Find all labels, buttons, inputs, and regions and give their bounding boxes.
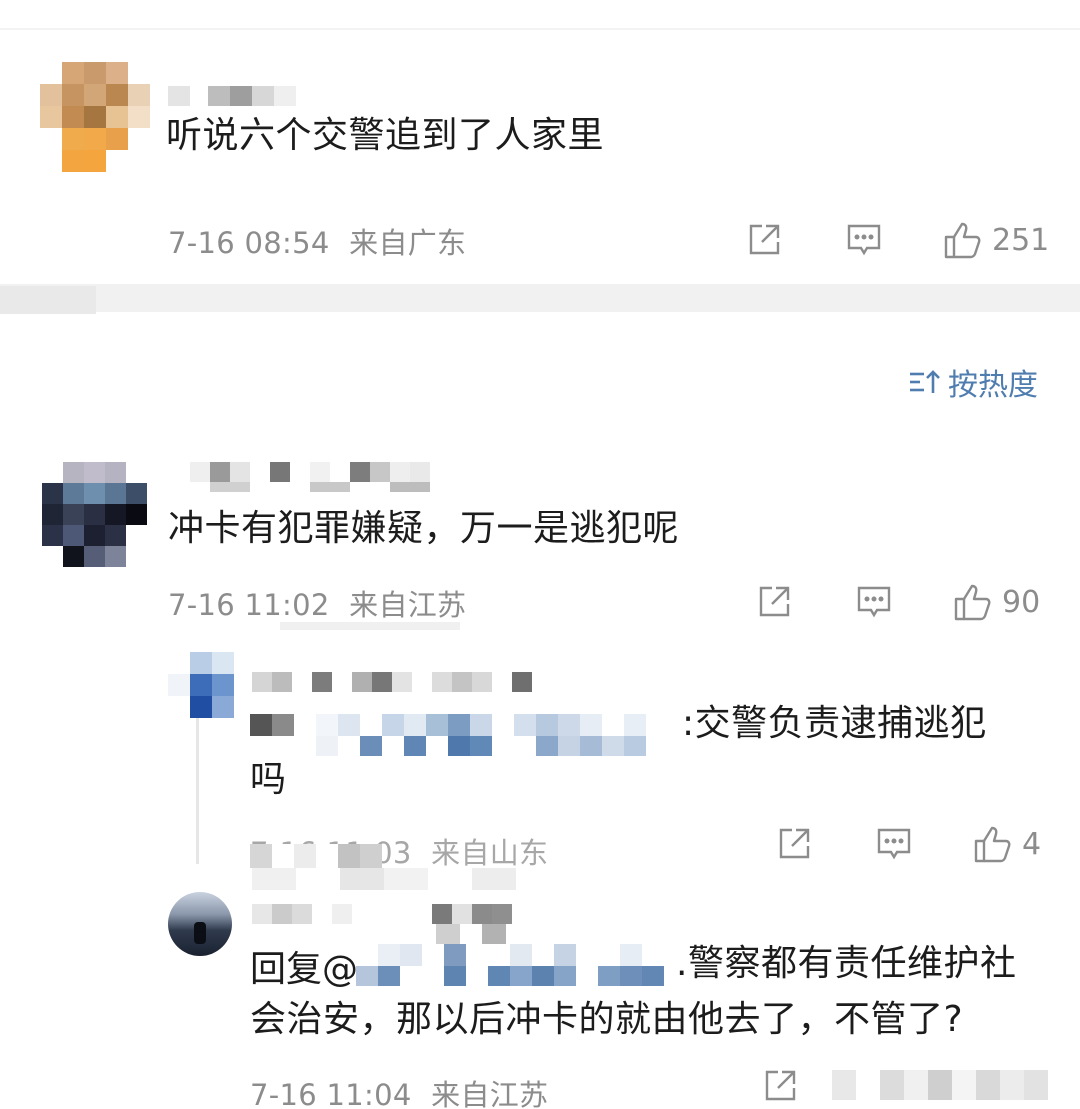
reply-prefix: 回复@	[250, 949, 359, 990]
top-comment: 听说六个交警追到了人家里 7-16 08:54 来自广东 251	[0, 0, 1080, 290]
like-count: 90	[1002, 584, 1041, 620]
avatar[interactable]	[40, 62, 150, 172]
username-blurred-row2	[210, 482, 430, 492]
sort-label: 按热度	[948, 368, 1038, 403]
top-divider	[0, 28, 1080, 30]
comment-time: 7-16 08:54	[168, 226, 330, 260]
comment-button[interactable]	[876, 826, 912, 862]
comment-time: 7-16 11:02	[168, 588, 330, 622]
section-divider-edge	[0, 286, 96, 314]
reply-time: 7-16 11:04	[250, 1078, 412, 1109]
comment-icon	[857, 586, 891, 618]
comment-icon	[877, 828, 911, 860]
share-button[interactable]	[762, 1068, 798, 1104]
username-blurred[interactable]	[190, 462, 430, 482]
comment-button[interactable]	[856, 584, 892, 620]
sort-by-hot-button[interactable]: 按热度	[908, 360, 1038, 404]
comment-location: 来自江苏	[349, 588, 467, 622]
like-count: 251	[992, 222, 1050, 258]
share-button[interactable]	[776, 826, 812, 862]
blur-smudge	[280, 622, 460, 630]
share-icon	[779, 828, 810, 859]
username-blurred-row2	[436, 924, 528, 946]
reply-text-line1: .警察都有责任维护社	[676, 943, 1017, 984]
share-button[interactable]	[746, 222, 782, 258]
comment-icon	[847, 224, 881, 256]
reply-meta: 7-16 11:04 来自江苏	[250, 1072, 548, 1109]
share-icon	[765, 1070, 796, 1101]
meta-blur-overlay	[250, 844, 382, 868]
section-divider	[0, 284, 1080, 312]
comment-button[interactable]	[846, 222, 882, 258]
avatar[interactable]	[42, 462, 147, 567]
reply-thread-line	[196, 714, 199, 864]
watermark-blurred	[832, 1070, 1048, 1100]
avatar[interactable]	[168, 652, 234, 718]
mention-blurred-row2	[356, 966, 664, 986]
username-blurred[interactable]	[252, 672, 532, 692]
reply-location: 来自江苏	[431, 1078, 549, 1109]
blur-strip	[252, 868, 516, 890]
like-count: 4	[1022, 826, 1042, 862]
like-button[interactable]: 90	[952, 582, 1040, 622]
comment-text: 听说六个交警追到了人家里	[166, 115, 605, 156]
comment-meta: 7-16 08:54 来自广东	[168, 220, 466, 262]
mention-blurred[interactable]	[250, 714, 646, 736]
avatar[interactable]	[168, 892, 232, 956]
mention-blurred[interactable]	[356, 944, 664, 966]
like-icon	[944, 222, 981, 259]
reply-location: 来自山东	[431, 836, 549, 870]
avatar-figure	[194, 922, 206, 944]
like-icon	[954, 584, 991, 621]
reply-text-line1: :交警负责逮捕逃犯	[682, 703, 987, 744]
like-button[interactable]: 251	[942, 220, 1049, 260]
username-blurred[interactable]	[168, 86, 296, 106]
username-blurred[interactable]	[252, 904, 512, 924]
like-button[interactable]: 4	[972, 824, 1041, 864]
comment-location: 来自广东	[349, 226, 467, 260]
sort-icon	[910, 370, 940, 393]
share-icon	[759, 586, 790, 617]
mention-blurred-row2	[294, 736, 646, 756]
share-button[interactable]	[756, 584, 792, 620]
like-icon	[974, 826, 1011, 863]
reply-text-line2: 吗	[250, 759, 287, 800]
comment-meta: 7-16 11:02 来自江苏	[168, 582, 466, 624]
reply-text-line2: 会治安，那以后冲卡的就由他去了，不管了?	[250, 999, 964, 1040]
comment-text: 冲卡有犯罪嫌疑，万一是逃犯呢	[168, 508, 680, 549]
share-icon	[749, 224, 780, 255]
